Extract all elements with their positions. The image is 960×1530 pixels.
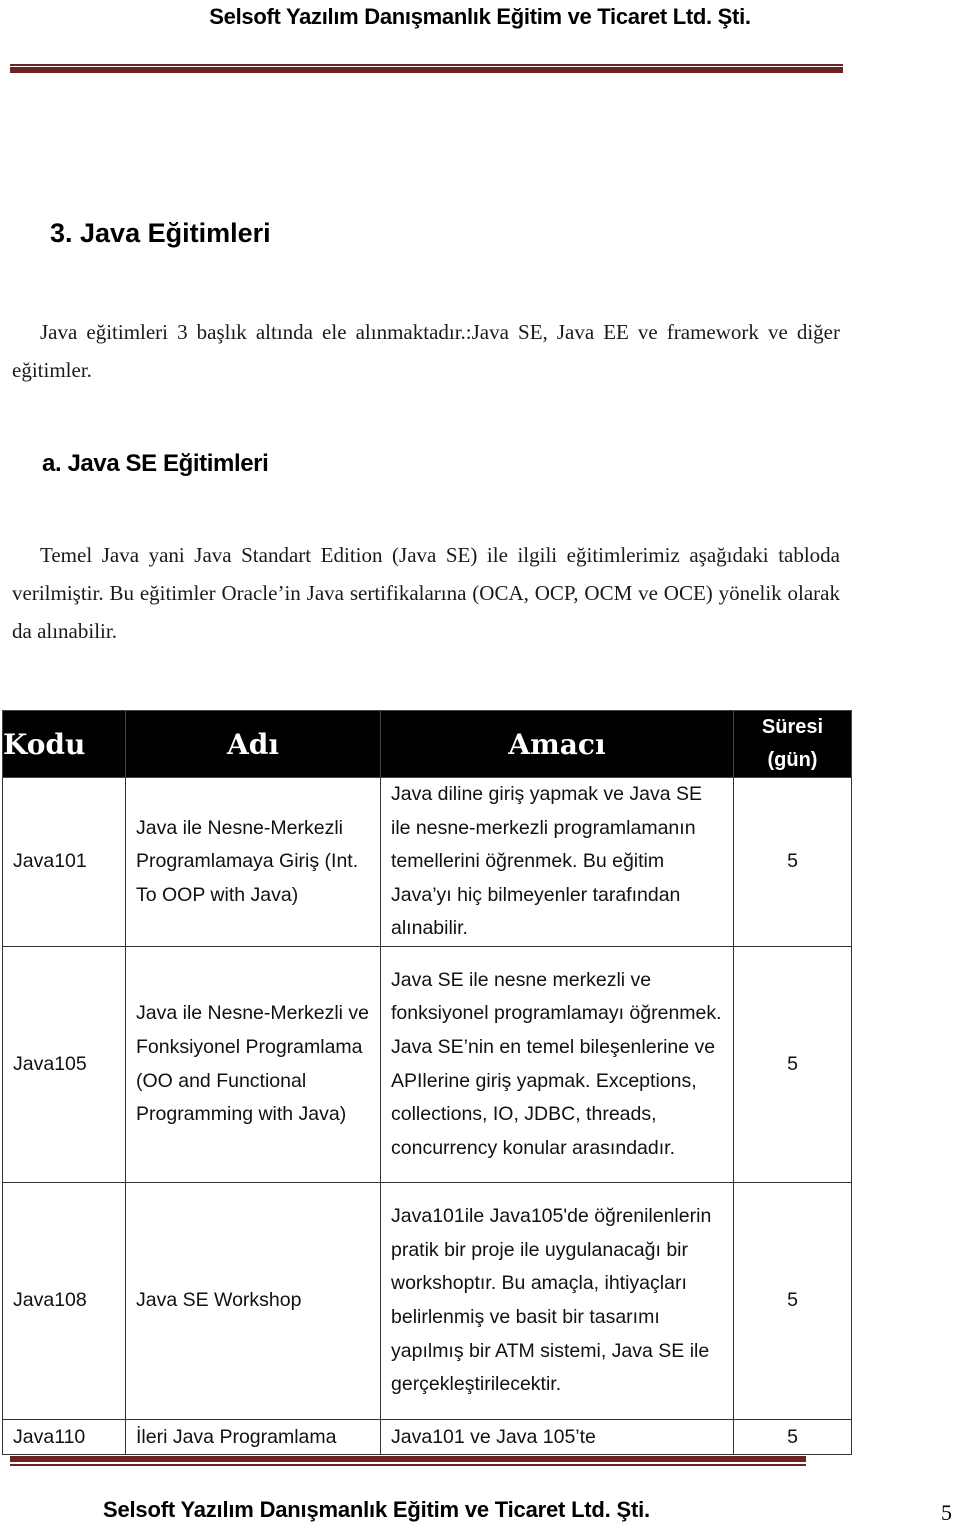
table-row: Java108 Java SE Workshop Java101ile Java… xyxy=(2,1182,852,1420)
course-duration: 5 xyxy=(733,1182,852,1420)
header-company-name: Selsoft Yazılım Danışmanlık Eğitim ve Ti… xyxy=(209,4,751,29)
header-rule-thick xyxy=(10,67,843,73)
course-duration: 5 xyxy=(733,777,852,947)
course-code: Java101 xyxy=(2,777,126,947)
subsection-paragraph: Temel Java yani Java Standart Edition (J… xyxy=(12,536,840,650)
footer-rule-thin xyxy=(10,1464,806,1466)
duration-header-line2: (gün) xyxy=(767,749,818,771)
course-code: Java110 xyxy=(2,1419,126,1455)
section-heading: 3. Java Eğitimleri xyxy=(50,218,271,248)
table-row: Java105 Java ile Nesne-Merkezli ve Fonks… xyxy=(2,946,852,1183)
table-header-row: Kodu Adı Amacı Süresi (gün) xyxy=(2,710,852,778)
course-duration: 5 xyxy=(733,946,852,1183)
intro-text: Java eğitimleri 3 başlık altında ele alı… xyxy=(12,320,840,382)
table-row: Java101 Java ile Nesne-Merkezli Programl… xyxy=(2,777,852,947)
course-purpose: Java101 ve Java 105’te xyxy=(380,1419,734,1455)
course-duration: 5 xyxy=(733,1419,852,1455)
table-row: Java110 İleri Java Programlama Java101 v… xyxy=(2,1419,852,1455)
course-name: Java SE Workshop xyxy=(125,1182,381,1420)
courses-table: Kodu Adı Amacı Süresi (gün) Java101 Java… xyxy=(2,710,852,1455)
header-rule-thin xyxy=(10,64,843,66)
course-purpose: Java101ile Java105'de öğrenilenlerin pra… xyxy=(380,1182,734,1420)
course-purpose: Java SE ile nesne merkezli ve fonksiyone… xyxy=(380,946,734,1183)
column-header-purpose: Amacı xyxy=(380,710,734,778)
column-header-duration: Süresi (gün) xyxy=(733,710,852,778)
page-number: 5 xyxy=(941,1500,952,1525)
duration-header-line1: Süresi xyxy=(761,716,824,738)
course-purpose: Java diline giriş yapmak ve Java SE ile … xyxy=(380,777,734,947)
footer-rule-thick xyxy=(10,1456,806,1462)
column-header-code: Kodu xyxy=(2,710,126,778)
footer-company-name: Selsoft Yazılım Danışmanlık Eğitim ve Ti… xyxy=(103,1497,650,1522)
subsection-text: Temel Java yani Java Standart Edition (J… xyxy=(12,543,840,643)
course-code: Java105 xyxy=(2,946,126,1183)
course-name: İleri Java Programlama xyxy=(125,1419,381,1455)
course-name: Java ile Nesne-Merkezli Programlamaya Gi… xyxy=(125,777,381,947)
course-code: Java108 xyxy=(2,1182,126,1420)
subsection-heading: a. Java SE Eğitimleri xyxy=(42,450,269,477)
course-name: Java ile Nesne-Merkezli ve Fonksiyonel P… xyxy=(125,946,381,1183)
intro-paragraph: Java eğitimleri 3 başlık altında ele alı… xyxy=(12,313,840,389)
column-header-name: Adı xyxy=(125,710,381,778)
